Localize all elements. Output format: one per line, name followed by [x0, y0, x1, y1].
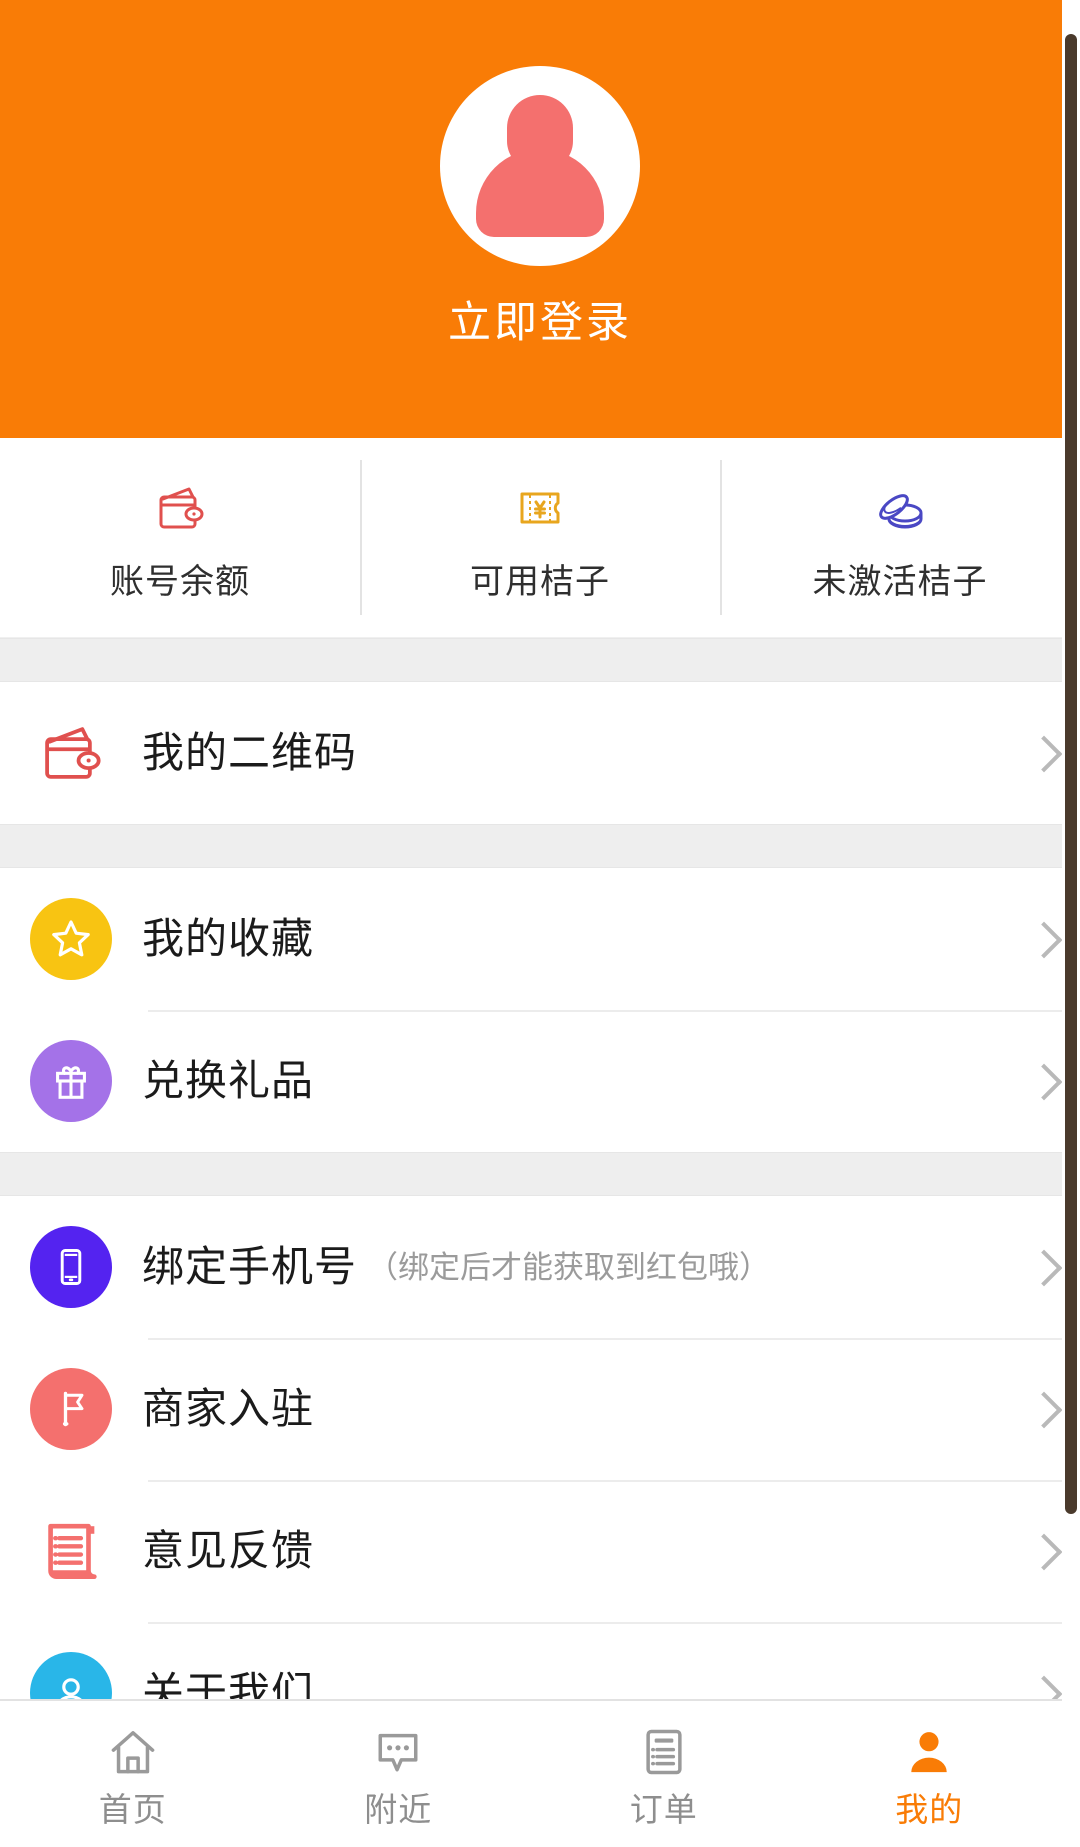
scroll-viewport[interactable]: 立即登录 账号余额 可用桔子 未激活桔子 我的二维码 我的收藏 兑换礼品 绑定手…	[0, 0, 1062, 1847]
menu-row-redeem-gift[interactable]: 兑换礼品	[0, 1010, 1062, 1152]
menu-row-hint: （绑定后才能获取到红包哦）	[367, 1249, 771, 1285]
menu-row-label: 商家入驻	[142, 1385, 315, 1432]
wallet-outline-icon	[30, 712, 112, 794]
menu-row-label: 兑换礼品	[142, 1057, 315, 1104]
chat-bubble-icon	[370, 1723, 426, 1781]
tab-label: 附近	[364, 1790, 433, 1828]
chevron-right-icon	[1030, 1390, 1052, 1428]
feedback-scroll-icon	[30, 1510, 112, 1592]
coins-stack-icon	[869, 477, 931, 539]
menu-row-my-favorites[interactable]: 我的收藏	[0, 868, 1062, 1010]
section-gap	[0, 1152, 1062, 1196]
stat-available-juzi[interactable]: 可用桔子	[360, 438, 720, 637]
menu-group-3: 绑定手机号 （绑定后才能获取到红包哦） 商家入驻 意见反馈 关于我们	[0, 1196, 1062, 1764]
login-button[interactable]: 立即登录	[448, 302, 632, 345]
gift-icon-wrapper	[30, 1040, 112, 1122]
user-avatar-placeholder-icon	[474, 95, 606, 237]
profile-person-icon	[901, 1723, 957, 1781]
tab-label: 我的	[895, 1790, 964, 1828]
menu-row-bind-phone[interactable]: 绑定手机号 （绑定后才能获取到红包哦）	[0, 1196, 1062, 1338]
stat-inactive-juzi[interactable]: 未激活桔子	[720, 438, 1062, 637]
tab-profile[interactable]: 我的	[797, 1701, 1063, 1847]
menu-group-1: 我的二维码	[0, 682, 1062, 824]
star-icon	[30, 898, 112, 980]
stat-label: 未激活桔子	[812, 562, 988, 601]
menu-row-my-qrcode[interactable]: 我的二维码	[0, 682, 1062, 824]
stat-label: 账号余额	[110, 562, 250, 601]
star-icon-wrapper	[30, 898, 112, 980]
menu-group-2: 我的收藏 兑换礼品	[0, 868, 1062, 1152]
stat-account-balance[interactable]: 账号余额	[0, 438, 360, 637]
tab-nearby[interactable]: 附近	[266, 1701, 532, 1847]
scrollbar-track[interactable]	[1062, 0, 1080, 1847]
coupon-yen-icon	[509, 477, 571, 539]
profile-screen: 立即登录 账号余额 可用桔子 未激活桔子 我的二维码 我的收藏 兑换礼品 绑定手…	[0, 0, 1080, 1847]
chevron-right-icon	[1030, 734, 1052, 772]
flag-icon	[30, 1368, 112, 1450]
chevron-right-icon	[1030, 1532, 1052, 1570]
tab-label: 首页	[98, 1790, 167, 1828]
section-gap	[0, 638, 1062, 682]
menu-row-label: 意见反馈	[142, 1527, 315, 1574]
gift-icon	[30, 1040, 112, 1122]
tab-label: 订单	[629, 1790, 698, 1828]
menu-row-label: 我的收藏	[142, 915, 315, 962]
scrollbar-thumb[interactable]	[1065, 34, 1077, 1514]
tab-home[interactable]: 首页	[0, 1701, 266, 1847]
avatar[interactable]	[440, 66, 640, 266]
stat-label: 可用桔子	[470, 562, 610, 601]
menu-row-merchant-join[interactable]: 商家入驻	[0, 1338, 1062, 1480]
mobile-phone-icon-wrapper	[30, 1226, 112, 1308]
menu-row-label: 我的二维码	[142, 729, 358, 776]
tab-orders[interactable]: 订单	[531, 1701, 797, 1847]
profile-header: 立即登录	[0, 0, 1062, 438]
chevron-right-icon	[1030, 1062, 1052, 1100]
section-gap	[0, 824, 1062, 868]
menu-row-feedback[interactable]: 意见反馈	[0, 1480, 1062, 1622]
stats-bar: 账号余额 可用桔子 未激活桔子	[0, 438, 1062, 638]
mobile-phone-icon	[30, 1226, 112, 1308]
home-icon	[105, 1723, 161, 1781]
menu-row-label: 绑定手机号	[142, 1243, 358, 1290]
bottom-tab-bar: 首页 附近 订单 我的	[0, 1699, 1062, 1847]
chevron-right-icon	[1030, 1248, 1052, 1286]
order-list-icon	[636, 1723, 692, 1781]
flag-icon-wrapper	[30, 1368, 112, 1450]
wallet-icon	[149, 477, 211, 539]
chevron-right-icon	[1030, 920, 1052, 958]
